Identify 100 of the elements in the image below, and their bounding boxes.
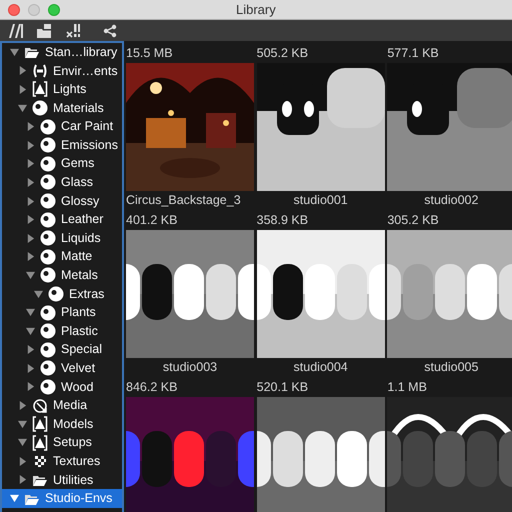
file-size: 520.1 KB	[256, 379, 310, 396]
expanded-arrow-icon[interactable]	[18, 438, 27, 448]
tree-item[interactable]: Textures	[2, 452, 122, 471]
sphere-icon	[40, 342, 56, 358]
tree-label: Plants	[61, 304, 96, 322]
tree-label: Lights	[53, 81, 86, 98]
collapsed-arrow-icon[interactable]	[26, 159, 35, 168]
file-size: 401.2 KB	[126, 212, 178, 229]
file-name[interactable]: studio004	[256, 358, 385, 377]
tree-label: Extras	[69, 286, 104, 303]
tree-item[interactable]: Plants	[2, 303, 122, 322]
tree-item[interactable]: Plastic	[2, 322, 122, 340]
collapsed-arrow-icon[interactable]	[18, 66, 27, 76]
sphere-icon	[32, 100, 48, 116]
tree-item[interactable]: Lights	[2, 80, 122, 99]
tree-item[interactable]: Car Paint	[2, 117, 122, 136]
tree-item[interactable]: Special	[2, 340, 122, 360]
collapsed-arrow-icon[interactable]	[26, 196, 35, 206]
tree-label: Gems	[61, 155, 94, 172]
library-icon[interactable]	[8, 23, 24, 38]
expanded-arrow-icon[interactable]	[26, 308, 35, 318]
tree-label: Materials	[53, 100, 104, 117]
tree-label: Matte	[61, 248, 92, 266]
sphere-icon	[40, 248, 56, 265]
tree-label: Stan…library	[45, 44, 118, 61]
expanded-arrow-icon[interactable]	[10, 494, 19, 504]
bracketed-bar-icon	[32, 62, 48, 79]
sphere-icon	[48, 286, 64, 302]
tree-item[interactable]: Wood	[2, 378, 122, 396]
tree-item[interactable]: Metals	[2, 266, 122, 285]
tree-label: Glossy	[61, 192, 100, 210]
expanded-arrow-icon[interactable]	[34, 290, 43, 299]
file-size: 505.2 KB	[256, 45, 310, 62]
tree-item[interactable]: Glass	[2, 173, 122, 192]
sphere-icon	[40, 156, 56, 172]
sphere-icon	[40, 118, 56, 135]
tree-label: Envir…ents	[53, 62, 118, 80]
share-icon[interactable]	[103, 24, 117, 38]
collapsed-arrow-icon[interactable]	[18, 475, 27, 484]
expanded-arrow-icon[interactable]	[18, 104, 27, 113]
tree-label: Metals	[61, 267, 98, 284]
tree-item[interactable]: Matte	[2, 248, 122, 266]
collapsed-arrow-icon[interactable]	[26, 252, 35, 262]
tree-item[interactable]: Leather	[2, 210, 122, 229]
file-size: 305.2 KB	[387, 212, 440, 229]
checker-icon	[32, 453, 48, 470]
file-size: 1.1 MB	[387, 379, 428, 396]
tree-label: Velvet	[61, 360, 96, 378]
tree-item[interactable]: Emissions	[2, 136, 122, 155]
sphere-icon	[40, 174, 56, 190]
sphere-icon	[40, 378, 56, 395]
file-name[interactable]: Circus_Backstage_3	[126, 191, 254, 210]
tree-item[interactable]: Materials	[2, 98, 122, 118]
sphere-icon	[40, 137, 56, 154]
tree-label: Liquids	[61, 230, 101, 247]
tree-item[interactable]: Glossy	[2, 192, 122, 210]
collapsed-arrow-icon[interactable]	[26, 215, 35, 224]
tree-item[interactable]: Envir…ents	[2, 62, 122, 80]
expanded-arrow-icon[interactable]	[26, 270, 35, 280]
tree-label: Special	[61, 341, 102, 358]
expanded-arrow-icon[interactable]	[18, 420, 27, 429]
tree-item[interactable]: Studio-Envs	[2, 489, 122, 508]
expanded-arrow-icon[interactable]	[26, 326, 35, 336]
delete-icon[interactable]	[65, 23, 81, 38]
file-name[interactable]: studio005	[387, 358, 512, 377]
tree-item[interactable]: Extras	[2, 284, 122, 304]
sphere-icon	[40, 267, 56, 284]
tree-item[interactable]: Gems	[2, 154, 122, 174]
tree-item[interactable]: Media	[2, 396, 122, 415]
tree-label: Leather	[61, 211, 104, 228]
file-size: 577.1 KB	[387, 45, 440, 62]
tree-label: Wood	[61, 378, 94, 396]
tree-item[interactable]: Models	[2, 414, 122, 434]
collapsed-arrow-icon[interactable]	[18, 84, 27, 94]
collapsed-arrow-icon[interactable]	[26, 122, 35, 132]
file-size: 846.2 KB	[126, 379, 178, 396]
collapsed-arrow-icon[interactable]	[18, 456, 27, 466]
file-name[interactable]: studio003	[126, 358, 254, 377]
file-name[interactable]: studio001	[256, 191, 385, 210]
sphere-icon	[40, 323, 56, 340]
collapsed-arrow-icon[interactable]	[26, 140, 35, 150]
add-folder-icon[interactable]	[36, 23, 53, 38]
tree-label: Setups	[53, 434, 92, 452]
file-name[interactable]: studio002	[387, 191, 512, 210]
collapsed-arrow-icon[interactable]	[18, 401, 27, 410]
tree-label: Plastic	[61, 322, 98, 340]
collapsed-arrow-icon[interactable]	[26, 364, 35, 373]
collapsed-arrow-icon[interactable]	[26, 234, 35, 243]
bracketed-triangle-icon	[32, 416, 48, 432]
close-button[interactable]	[8, 4, 20, 16]
tree-item[interactable]: Utilities	[2, 470, 122, 490]
window-title: Library	[236, 0, 276, 19]
collapsed-arrow-icon[interactable]	[26, 382, 35, 392]
collapsed-arrow-icon[interactable]	[26, 178, 35, 187]
tree-item[interactable]: Velvet	[2, 359, 122, 378]
tree-item[interactable]: Liquids	[2, 228, 122, 248]
tree-item[interactable]: Setups	[2, 433, 122, 452]
expanded-arrow-icon[interactable]	[10, 48, 19, 57]
tree-item[interactable]: Stan…library	[2, 43, 122, 62]
collapsed-arrow-icon[interactable]	[26, 345, 35, 354]
